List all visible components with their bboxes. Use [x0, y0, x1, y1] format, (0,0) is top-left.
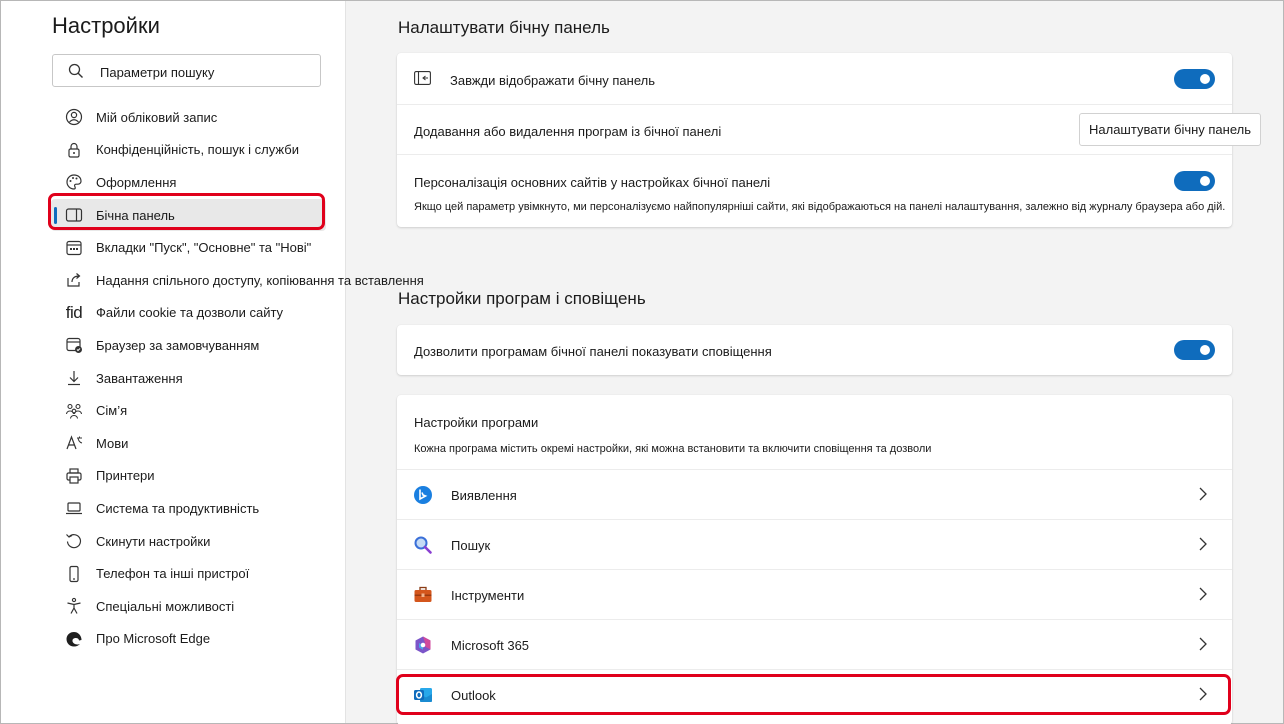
app-settings-description: Кожна програма містить окремі настройки,…	[414, 443, 932, 455]
sidebar-item-label: Спеціальні можливості	[96, 598, 235, 614]
app-row-outlook[interactable]: Outlook	[397, 669, 1232, 719]
sidebar-item-label: Завантаження	[96, 370, 183, 386]
sidebar-item-label: Мови	[96, 435, 129, 451]
sidebar-item-system-performance[interactable]: Система та продуктивність	[51, 492, 326, 525]
sidebar-item-phone-devices[interactable]: Телефон та інші пристрої	[51, 557, 326, 590]
lock-icon	[65, 141, 83, 159]
add-remove-apps-row: Додавання або видалення програм із бічно…	[397, 105, 1261, 155]
settings-sidebar: Настройки Параметри пошуку Мій обліковий…	[1, 1, 424, 723]
edge-logo-icon	[65, 630, 83, 648]
app-settings-title: Настройки програми	[414, 415, 539, 430]
chevron-right-icon	[1199, 637, 1207, 651]
always-show-label: Завжди відображати бічну панель	[450, 73, 655, 88]
sidebar-item-downloads[interactable]: Завантаження	[51, 362, 326, 395]
app-row-tools[interactable]: Інструменти	[397, 569, 1232, 619]
app-label: Outlook	[451, 688, 496, 703]
microsoft-365-icon	[415, 636, 431, 654]
outlook-icon	[414, 688, 432, 702]
account-icon	[65, 108, 83, 126]
personalize-sites-description: Якщо цей параметр увімкнуто, ми персонал…	[414, 201, 1226, 213]
allow-notifications-label: Дозволити програмам бічної панелі показу…	[414, 344, 772, 359]
sidebar-item-account[interactable]: Мій обліковий запис	[51, 101, 326, 134]
section-title-app-notifications: Настройки програм і сповіщень	[398, 289, 646, 308]
sidebar-item-privacy[interactable]: Конфіденційність, пошук і служби	[51, 134, 326, 167]
sidebar-item-label: Оформлення	[96, 174, 177, 190]
chevron-right-icon	[1199, 537, 1207, 551]
app-row-discover[interactable]: Виявлення	[397, 469, 1232, 519]
search-input[interactable]: Параметри пошуку	[52, 54, 321, 87]
sidebar-item-label: Мій обліковий запис	[96, 109, 218, 125]
sidebar-panel-icon	[65, 206, 83, 224]
app-label: Microsoft 365	[451, 638, 530, 653]
family-icon	[65, 402, 83, 420]
app-row-search[interactable]: Пошук	[397, 519, 1232, 569]
language-icon	[65, 434, 83, 452]
sidebar-item-label: Принтери	[96, 468, 155, 484]
personalize-sites-row: Персоналізація основних сайтів у настрой…	[397, 155, 1232, 227]
sidebar-item-label: Сім’я	[96, 403, 128, 419]
app-label: Пошук	[451, 538, 491, 553]
toolbox-icon	[414, 586, 432, 602]
app-label: Виявлення	[451, 488, 517, 503]
sidebar-item-default-browser[interactable]: Браузер за замовчуванням	[51, 329, 326, 362]
allow-notifications-toggle[interactable]	[1174, 340, 1215, 360]
sidebar-item-cookies[interactable]: fid Файли cookie та дозволи сайту	[51, 297, 326, 330]
main-content: Налаштувати бічну панель Завжди відображ…	[347, 1, 1282, 724]
chevron-right-icon	[1199, 587, 1207, 601]
settings-nav: Мій обліковий запис Конфіденційність, по…	[51, 101, 424, 656]
search-icon	[68, 63, 83, 78]
sidebar-item-about-edge[interactable]: Про Microsoft Edge	[51, 623, 326, 656]
start-tab-icon	[65, 239, 83, 257]
sidebar-item-label: Система та продуктивність	[96, 500, 260, 516]
sidebar-item-appearance[interactable]: Оформлення	[51, 166, 326, 199]
customize-sidebar-button[interactable]: Налаштувати бічну панель	[1079, 113, 1261, 146]
reset-icon	[65, 532, 83, 550]
default-browser-icon	[65, 336, 83, 354]
sidebar-item-languages[interactable]: Мови	[51, 427, 326, 460]
sidebar-item-label: Файли cookie та дозволи сайту	[96, 305, 284, 321]
app-settings-card: Настройки програми Кожна програма містит…	[397, 395, 1232, 724]
bing-discover-icon	[414, 486, 432, 504]
sidebar-item-label: Скинути настройки	[96, 533, 211, 549]
sidebar-item-family[interactable]: Сім’я	[51, 394, 326, 427]
sidebar-item-label: Конфіденційність, пошук і служби	[96, 142, 299, 158]
sidebar-item-sidebar[interactable]: Бічна панель	[51, 198, 326, 232]
sidebar-item-label: Про Microsoft Edge	[96, 631, 211, 647]
sidebar-show-icon	[414, 71, 431, 85]
app-label: Інструменти	[451, 588, 525, 603]
always-show-toggle[interactable]	[1174, 69, 1215, 89]
accessibility-icon	[65, 597, 83, 615]
sidebar-item-label: Вкладки "Пуск", "Основне" та "Нові"	[96, 240, 312, 256]
sidebar-item-share-copy-paste[interactable]: Надання спільного доступу, копіювання та…	[51, 264, 424, 297]
sidebar-item-label: Браузер за замовчуванням	[96, 337, 260, 353]
section-title-customize-sidebar: Налаштувати бічну панель	[398, 18, 610, 37]
sidebar-item-label: Бічна панель	[96, 207, 175, 223]
sidebar-item-accessibility[interactable]: Спеціальні можливості	[51, 590, 326, 623]
customize-sidebar-card: Завжди відображати бічну панель Додаванн…	[397, 53, 1261, 227]
sidebar-item-start-home-new-tabs[interactable]: Вкладки "Пуск", "Основне" та "Нові"	[51, 231, 326, 264]
cookie-icon: fid	[65, 302, 83, 322]
personalize-sites-label: Персоналізація основних сайтів у настрой…	[414, 175, 771, 190]
laptop-icon	[65, 499, 83, 517]
sidebar-item-printers[interactable]: Принтери	[51, 460, 326, 493]
always-show-row: Завжди відображати бічну панель	[397, 53, 1232, 105]
printer-icon	[65, 467, 83, 485]
phone-icon	[65, 565, 83, 583]
download-icon	[65, 369, 83, 387]
sidebar-title: Настройки	[52, 13, 160, 38]
sidebar-item-label: Телефон та інші пристрої	[96, 566, 250, 582]
chevron-right-icon	[1199, 487, 1207, 501]
sidebar-item-reset-settings[interactable]: Скинути настройки	[51, 525, 326, 558]
app-row-microsoft-365[interactable]: Microsoft 365	[397, 619, 1232, 669]
share-icon	[65, 271, 83, 289]
add-remove-apps-label: Додавання або видалення програм із бічно…	[414, 124, 722, 139]
allow-notifications-card: Дозволити програмам бічної панелі показу…	[397, 325, 1232, 375]
search-magnifier-icon	[414, 536, 432, 554]
search-placeholder: Параметри пошуку	[100, 65, 215, 80]
chevron-right-icon	[1199, 687, 1207, 701]
app-settings-header: Настройки програми Кожна програма містит…	[397, 395, 1232, 469]
personalize-sites-toggle[interactable]	[1174, 171, 1215, 191]
palette-icon	[65, 173, 83, 191]
